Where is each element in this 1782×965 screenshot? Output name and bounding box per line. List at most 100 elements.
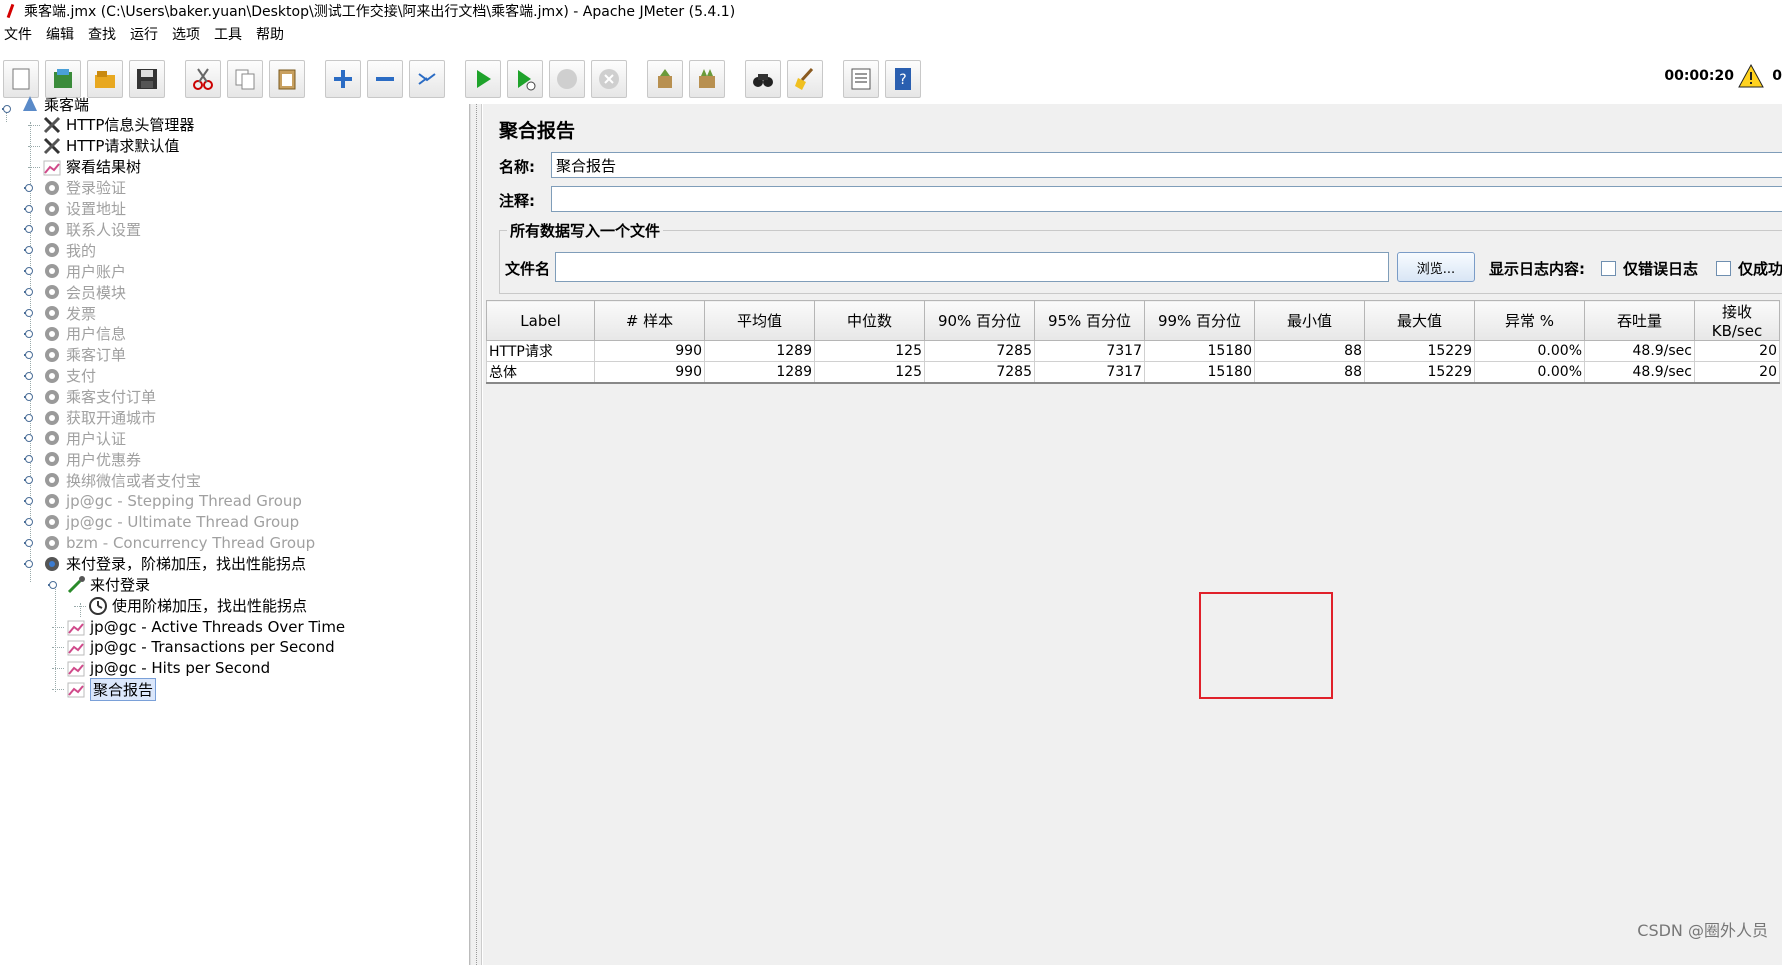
tree-node[interactable]: HTTP信息头管理器 bbox=[42, 114, 194, 136]
expand-handle[interactable] bbox=[24, 329, 34, 339]
function-helper-button[interactable] bbox=[843, 60, 879, 98]
tree-node[interactable]: 来付登录，阶梯加压，找出性能拐点 bbox=[42, 553, 306, 575]
clear-all-button[interactable] bbox=[689, 60, 725, 98]
tree-node[interactable]: 发票 bbox=[42, 302, 96, 324]
tree-node[interactable]: 乘客支付订单 bbox=[42, 386, 156, 408]
expand-handle[interactable] bbox=[24, 413, 34, 423]
tree-node[interactable]: HTTP请求默认值 bbox=[42, 135, 179, 157]
comment-field[interactable] bbox=[551, 186, 1782, 212]
warning-icon[interactable] bbox=[1738, 63, 1764, 89]
expand-handle[interactable] bbox=[24, 433, 34, 443]
expand-handle[interactable] bbox=[48, 580, 58, 590]
expand-handle[interactable] bbox=[24, 454, 34, 464]
tree-node[interactable]: 聚合报告 bbox=[66, 677, 157, 701]
menu-tools[interactable]: 工具 bbox=[210, 24, 252, 44]
tree-node[interactable]: 获取开通城市 bbox=[42, 407, 156, 429]
split-pane-divider[interactable] bbox=[470, 104, 482, 965]
shutdown-button[interactable] bbox=[591, 60, 627, 98]
expand-handle[interactable] bbox=[24, 559, 34, 569]
tree-node[interactable]: 乘客端 bbox=[20, 93, 89, 115]
menu-options[interactable]: 选项 bbox=[168, 24, 210, 44]
reset-search-button[interactable] bbox=[787, 60, 823, 98]
expand-handle[interactable] bbox=[24, 475, 34, 485]
help-button[interactable]: ? bbox=[885, 60, 921, 98]
table-row[interactable]: HTTP请求 990 1289 125 7285 7317 15180 88 15229 0.00… bbox=[486, 340, 1780, 362]
toggle-button[interactable] bbox=[409, 60, 445, 98]
collapse-button[interactable] bbox=[367, 60, 403, 98]
expand-handle[interactable] bbox=[24, 287, 34, 297]
col-header[interactable]: Label bbox=[486, 300, 595, 341]
listener-chart-icon bbox=[42, 157, 62, 177]
filename-field[interactable] bbox=[555, 252, 1389, 282]
expand-handle[interactable] bbox=[24, 350, 34, 360]
col-header[interactable]: 平均值 bbox=[704, 300, 815, 341]
success-only-checkbox[interactable] bbox=[1716, 261, 1731, 276]
search-button[interactable] bbox=[745, 60, 781, 98]
expand-handle[interactable] bbox=[2, 104, 12, 114]
expand-handle[interactable] bbox=[24, 496, 34, 506]
col-header[interactable]: 95% 百分位 bbox=[1034, 300, 1145, 341]
expand-handle[interactable] bbox=[24, 183, 34, 193]
tree-node[interactable]: 会员模块 bbox=[42, 281, 126, 303]
tree-node[interactable]: jp@gc - Ultimate Thread Group bbox=[42, 511, 299, 533]
expand-handle[interactable] bbox=[24, 266, 34, 276]
tree-node[interactable]: 用户优惠券 bbox=[42, 448, 141, 470]
tree-node[interactable]: 联系人设置 bbox=[42, 218, 141, 240]
menu-search[interactable]: 查找 bbox=[84, 24, 126, 44]
start-no-pause-button[interactable] bbox=[507, 60, 543, 98]
col-header[interactable]: 最大值 bbox=[1364, 300, 1475, 341]
tree-node[interactable]: 乘客订单 bbox=[42, 344, 126, 366]
col-header[interactable]: 99% 百分位 bbox=[1144, 300, 1255, 341]
stop-button[interactable] bbox=[549, 60, 585, 98]
save-button[interactable] bbox=[129, 60, 165, 98]
cut-button[interactable] bbox=[185, 60, 221, 98]
tree-node[interactable]: bzm - Concurrency Thread Group bbox=[42, 532, 315, 554]
tree-node[interactable]: 支付 bbox=[42, 365, 96, 387]
expand-handle[interactable] bbox=[24, 204, 34, 214]
expand-handle[interactable] bbox=[24, 245, 34, 255]
col-header[interactable]: 最小值 bbox=[1254, 300, 1365, 341]
errors-only-checkbox[interactable] bbox=[1601, 261, 1616, 276]
clear-button[interactable] bbox=[647, 60, 683, 98]
browse-button[interactable]: 浏览... bbox=[1397, 252, 1475, 282]
tree-node[interactable]: 设置地址 bbox=[42, 198, 126, 220]
menu-run[interactable]: 运行 bbox=[126, 24, 168, 44]
tree-node[interactable]: jp@gc - Hits per Second bbox=[66, 657, 270, 679]
col-header[interactable]: 异常 % bbox=[1474, 300, 1585, 341]
col-header[interactable]: 接收 KB/sec bbox=[1694, 300, 1780, 341]
expand-handle[interactable] bbox=[24, 371, 34, 381]
thread-group-gear-icon bbox=[42, 554, 62, 574]
name-field[interactable]: 聚合报告 bbox=[551, 152, 1782, 178]
tree-node[interactable]: 使用阶梯加压，找出性能拐点 bbox=[88, 595, 307, 617]
col-header[interactable]: # 样本 bbox=[594, 300, 705, 341]
tree-node[interactable]: 登录验证 bbox=[42, 177, 126, 199]
col-header[interactable]: 中位数 bbox=[814, 300, 925, 341]
expand-handle[interactable] bbox=[24, 392, 34, 402]
tree-node[interactable]: 察看结果树 bbox=[42, 156, 141, 178]
expand-button[interactable] bbox=[325, 60, 361, 98]
tree-node[interactable]: 用户认证 bbox=[42, 427, 126, 449]
menu-edit[interactable]: 编辑 bbox=[42, 24, 84, 44]
col-header[interactable]: 吞吐量 bbox=[1584, 300, 1695, 341]
expand-handle[interactable] bbox=[24, 517, 34, 527]
menu-file[interactable]: 文件 bbox=[0, 24, 42, 44]
paste-button[interactable] bbox=[269, 60, 305, 98]
tree-node[interactable]: jp@gc - Transactions per Second bbox=[66, 636, 335, 658]
open-button[interactable] bbox=[87, 60, 123, 98]
start-button[interactable] bbox=[465, 60, 501, 98]
expand-handle[interactable] bbox=[24, 224, 34, 234]
copy-button[interactable] bbox=[227, 60, 263, 98]
tree-node[interactable]: jp@gc - Stepping Thread Group bbox=[42, 490, 302, 512]
expand-handle[interactable] bbox=[24, 308, 34, 318]
col-header[interactable]: 90% 百分位 bbox=[924, 300, 1035, 341]
tree-node[interactable]: 换绑微信或者支付宝 bbox=[42, 469, 201, 491]
toggle-icon bbox=[418, 73, 436, 85]
tree-node[interactable]: jp@gc - Active Threads Over Time bbox=[66, 616, 345, 638]
tree-node[interactable]: 来付登录 bbox=[66, 574, 150, 596]
tree-node[interactable]: 我的 bbox=[42, 239, 96, 261]
menu-help[interactable]: 帮助 bbox=[252, 24, 294, 44]
tree-node[interactable]: 用户账户 bbox=[42, 260, 126, 282]
tree-node[interactable]: 用户信息 bbox=[42, 323, 126, 345]
table-row[interactable]: 总体 990 1289 125 7285 7317 15180 88 15229 0.00% 48.… bbox=[486, 361, 1780, 384]
expand-handle[interactable] bbox=[24, 538, 34, 548]
